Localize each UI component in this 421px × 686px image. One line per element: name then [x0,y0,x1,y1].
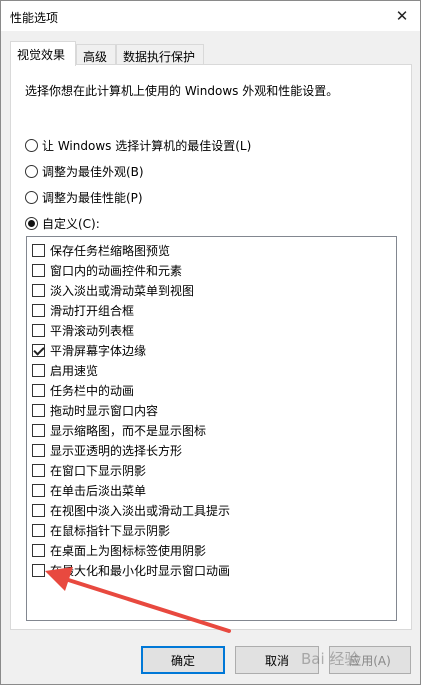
list-item[interactable]: 在最大化和最小化时显示窗口动画 [32,560,230,580]
list-item[interactable]: 淡入淡出或滑动菜单到视图 [32,280,194,300]
window-title: 性能选项 [10,11,59,25]
list-item[interactable]: 平滑滚动列表框 [32,320,134,340]
radio-button[interactable] [25,191,38,204]
radio-let-windows-choose[interactable]: 让 Windows 选择计算机的最佳设置(L) [25,137,251,154]
radio-button[interactable] [25,139,38,152]
checkbox[interactable] [32,483,45,497]
checkbox[interactable] [32,363,45,377]
tab-label: 数据执行保护 [123,50,196,64]
tab-dep[interactable]: 数据执行保护 [116,44,204,65]
checkbox-label: 在单击后淡出菜单 [50,483,147,498]
radio-label: 调整为最佳外观(B) [42,165,144,179]
checkbox[interactable] [32,263,45,277]
checkbox-label: 窗口内的动画控件和元素 [50,263,183,278]
checkbox-label: 拖动时显示窗口内容 [50,403,159,418]
list-item[interactable]: 在单击后淡出菜单 [32,480,146,500]
list-item[interactable]: 显示亚透明的选择长方形 [32,440,182,460]
checkbox[interactable] [32,403,45,417]
checkbox-label: 在视图中淡入淡出或滑动工具提示 [50,503,231,518]
tab-advanced[interactable]: 高级 [76,44,116,65]
checkbox-label: 在窗口下显示阴影 [50,463,147,478]
watermark-text: Bai 经验 [301,650,360,668]
list-item[interactable]: 任务栏中的动画 [32,380,134,400]
checkbox[interactable] [32,463,45,477]
checkbox[interactable] [32,443,45,457]
list-item[interactable]: 平滑屏幕字体边缘 [32,340,146,360]
checkbox[interactable] [32,563,45,577]
list-item[interactable]: 在鼠标指针下显示阴影 [32,520,170,540]
list-item[interactable]: 在桌面上为图标标签使用阴影 [32,540,206,560]
checkbox-label: 保存任务栏缩略图预览 [50,243,171,258]
list-item[interactable]: 拖动时显示窗口内容 [32,400,158,420]
checkbox[interactable] [32,543,45,557]
checkbox-label: 在最大化和最小化时显示窗口动画 [50,563,231,578]
checkbox[interactable] [32,303,45,317]
checkbox[interactable] [32,523,45,537]
checkbox-label: 任务栏中的动画 [50,383,135,398]
list-item[interactable]: 在视图中淡入淡出或滑动工具提示 [32,500,230,520]
tab-label: 高级 [83,50,108,64]
title-bar: 性能选项 ✕ [1,1,420,31]
radio-best-appearance[interactable]: 调整为最佳外观(B) [25,163,144,180]
radio-custom[interactable]: 自定义(C): [25,215,100,232]
checkbox[interactable] [32,383,45,397]
radio-label: 自定义(C): [42,217,100,231]
close-icon[interactable]: ✕ [384,1,420,31]
checkbox-label: 在桌面上为图标标签使用阴影 [50,543,207,558]
list-item[interactable]: 滑动打开组合框 [32,300,134,320]
checkbox-label: 平滑滚动列表框 [50,323,135,338]
checkbox-label: 滑动打开组合框 [50,303,135,318]
checkbox-label: 平滑屏幕字体边缘 [50,343,147,358]
checkbox[interactable] [32,283,45,297]
performance-options-dialog: 性能选项 ✕ 视觉效果 高级 数据执行保护 选择你想在此计算机上使用的 Wind… [0,0,421,685]
list-item[interactable]: 显示缩略图，而不是显示图标 [32,420,206,440]
description-text: 选择你想在此计算机上使用的 Windows 外观和性能设置。 [25,84,339,98]
list-item[interactable]: 启用速览 [32,360,98,380]
checkbox-label: 显示缩略图，而不是显示图标 [50,423,207,438]
checkbox[interactable] [32,503,45,517]
tab-visual-effects[interactable]: 视觉效果 [10,41,76,66]
checkbox[interactable] [32,423,45,437]
radio-button[interactable] [25,217,38,230]
checkbox[interactable] [32,343,45,357]
visual-effects-list[interactable]: 保存任务栏缩略图预览 窗口内的动画控件和元素 淡入淡出或滑动菜单到视图 滑动打开组合框… [26,236,397,621]
list-item[interactable]: 保存任务栏缩略图预览 [32,240,170,260]
checkbox-label: 显示亚透明的选择长方形 [50,443,183,458]
radio-label: 调整为最佳性能(P) [42,191,143,205]
list-item[interactable]: 在窗口下显示阴影 [32,460,146,480]
checkbox-label: 淡入淡出或滑动菜单到视图 [50,283,195,298]
checkbox-label: 在鼠标指针下显示阴影 [50,523,171,538]
radio-button[interactable] [25,165,38,178]
radio-label: 让 Windows 选择计算机的最佳设置(L) [42,139,252,153]
radio-best-performance[interactable]: 调整为最佳性能(P) [25,189,143,206]
ok-button[interactable]: 确定 [141,646,225,674]
tab-label: 视觉效果 [17,48,66,62]
visual-effects-panel: 选择你想在此计算机上使用的 Windows 外观和性能设置。 让 Windows… [10,64,412,630]
list-item[interactable]: 窗口内的动画控件和元素 [32,260,182,280]
checkbox-label: 启用速览 [50,363,99,378]
checkbox[interactable] [32,243,45,257]
checkbox[interactable] [32,323,45,337]
